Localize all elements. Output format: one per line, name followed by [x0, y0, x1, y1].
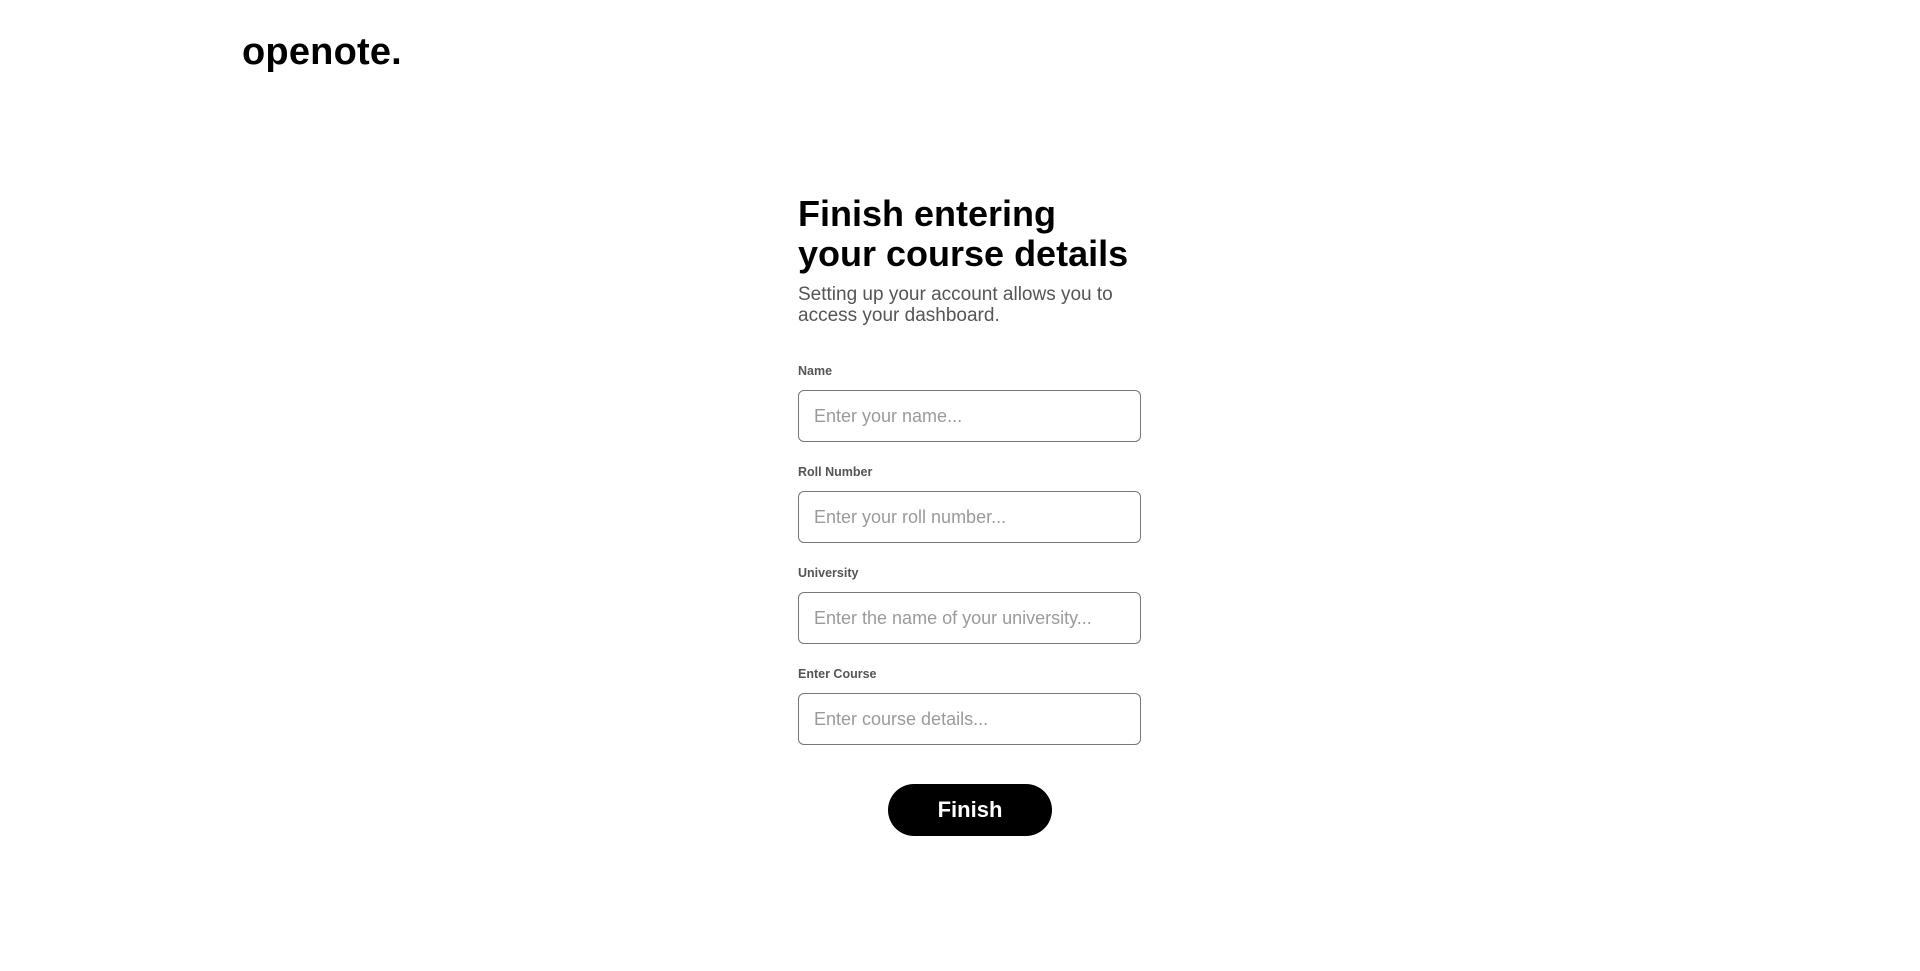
course-label: Enter Course [798, 667, 877, 681]
university-input[interactable] [798, 592, 1141, 644]
name-input[interactable] [798, 390, 1141, 442]
finish-button[interactable]: Finish [888, 784, 1052, 836]
roll-number-field-group: Roll Number [798, 465, 1141, 543]
course-field-group: Enter Course [798, 667, 1141, 745]
course-input[interactable] [798, 693, 1141, 745]
name-field-group: Name [798, 364, 1141, 442]
university-field-group: University [798, 566, 1141, 644]
name-label: Name [798, 364, 833, 378]
page-title: Finish entering your course details [798, 193, 1129, 274]
page-subtitle: Setting up your account allows you to ac… [798, 284, 1113, 326]
brand-logo[interactable]: openote. [242, 28, 402, 76]
university-label: University [798, 566, 859, 580]
course-details-form: Finish entering your course details Sett… [798, 193, 1141, 836]
roll-number-input[interactable] [798, 491, 1141, 543]
roll-number-label: Roll Number [798, 465, 873, 479]
